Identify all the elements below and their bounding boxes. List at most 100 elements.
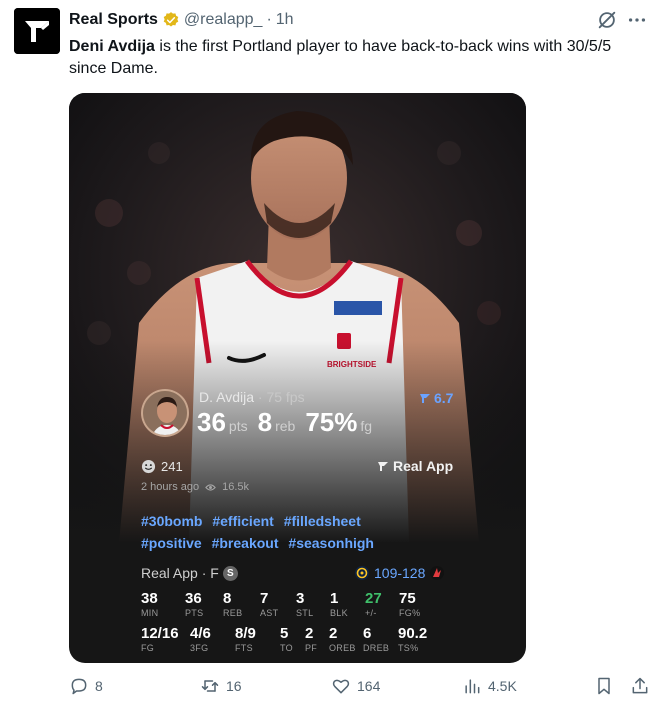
box-label: BLK (330, 608, 348, 618)
box-value: 12/16 (141, 625, 179, 642)
box-cell: 6 DREB (363, 626, 398, 654)
smiley-icon (141, 459, 156, 474)
bookmark-icon (598, 677, 610, 695)
hashtag-list: #30bomb #efficient #filledsheet #positiv… (141, 510, 471, 554)
author-avatar[interactable] (14, 8, 60, 54)
views-button[interactable]: 4.5K (462, 676, 517, 696)
verified-icon (163, 12, 179, 27)
box-label: +/- (365, 608, 377, 618)
player-name-line: D. Avdija · 75 fps (199, 389, 305, 405)
box-value: 27 (365, 590, 382, 607)
repost-button[interactable]: 16 (200, 676, 242, 696)
tweet-bold-name: Deni Avdija (69, 38, 155, 55)
box-value: 2 (305, 625, 314, 642)
box-value: 75 (399, 590, 416, 607)
hashtag[interactable]: #filledsheet (284, 510, 361, 532)
like-icon (332, 679, 350, 694)
box-cell: 2 OREB (329, 626, 363, 654)
headline-stats: 36 pts 8 reb 75% fg (197, 407, 382, 438)
tweet-time[interactable]: 1h (276, 11, 294, 29)
box-cell: 27 +/- (365, 591, 399, 619)
box-value: 38 (141, 590, 158, 607)
box-value: 2 (329, 625, 338, 642)
share-button[interactable] (630, 676, 650, 696)
stat-rebounds-value: 8 (257, 407, 273, 437)
hashtag[interactable]: #30bomb (141, 510, 202, 532)
real-app-label: Real App (393, 458, 454, 474)
game-score-row: 109-128 (354, 565, 445, 581)
hashtag[interactable]: #seasonhigh (288, 532, 374, 554)
media-card[interactable]: BRIGHTSIDE D. Avdija · 75 fps (69, 93, 526, 663)
rating-value: 6.7 (434, 390, 454, 406)
player-avatar (141, 389, 189, 437)
reactions-count: 241 (161, 459, 183, 474)
author-name[interactable]: Real Sports (69, 11, 158, 29)
box-cell: 75 FG% (399, 591, 439, 619)
box-cell: 2 PF (305, 626, 329, 654)
stat-points-value: 36 (197, 407, 226, 437)
stat-overlay: D. Avdija · 75 fps 6.7 36 pts 8 reb 75% … (69, 93, 526, 663)
box-label: PTS (185, 608, 204, 618)
stat-fg-value: 75% (305, 407, 358, 437)
like-count: 164 (357, 678, 381, 694)
nuggets-logo-icon (355, 566, 369, 580)
box-value: 7 (260, 590, 269, 607)
box-score-row-2: 12/16 FG 4/6 3FG 8/9 FTS 5 TO 2 PF 2 ORE… (141, 626, 438, 654)
box-value: 36 (185, 590, 202, 607)
box-label: PF (305, 643, 318, 653)
views-count: 4.5K (488, 678, 517, 694)
repost-count: 16 (226, 678, 242, 694)
reply-button[interactable]: 8 (69, 676, 103, 696)
hashtag[interactable]: #efficient (212, 510, 273, 532)
box-label: FG (141, 643, 155, 653)
box-label: OREB (329, 643, 356, 653)
like-button[interactable]: 164 (331, 676, 380, 696)
box-cell: 5 TO (280, 626, 305, 654)
grok-icon[interactable] (596, 9, 618, 31)
game-label-row: Real App · F S (141, 565, 238, 581)
box-value: 6 (363, 625, 372, 642)
posted-ago: 2 hours ago (141, 481, 200, 493)
player-fps: · 75 fps (257, 389, 305, 405)
box-cell: 7 AST (260, 591, 296, 619)
box-label: AST (260, 608, 279, 618)
card-views: 16.5k (222, 481, 250, 493)
box-cell: 3 STL (296, 591, 330, 619)
box-label: MIN (141, 608, 159, 618)
box-label: TO (280, 643, 293, 653)
box-cell: 8 REB (223, 591, 260, 619)
reactions-row[interactable]: 241 (141, 459, 183, 474)
author-handle[interactable]: @realapp_ (184, 11, 263, 29)
tweet: Real Sports @realapp_ · 1h Deni Avdija i… (0, 0, 660, 710)
box-cell: 8/9 FTS (235, 626, 280, 654)
tweet-header: Real Sports @realapp_ · 1h (69, 9, 294, 31)
reply-count: 8 (95, 678, 103, 694)
box-label: FTS (235, 643, 253, 653)
bookmark-button[interactable] (594, 676, 614, 696)
box-cell: 1 BLK (330, 591, 365, 619)
reply-icon (71, 678, 87, 695)
more-icon[interactable] (626, 9, 648, 31)
game-score: 109-128 (374, 565, 426, 581)
box-label: 3FG (190, 643, 209, 653)
box-value: 8/9 (235, 625, 256, 642)
separator-dot: · (266, 11, 272, 28)
hashtag[interactable]: #breakout (212, 532, 279, 554)
box-value: 8 (223, 590, 232, 607)
hashtag[interactable]: #positive (141, 532, 202, 554)
box-label: DREB (363, 643, 390, 653)
share-icon (632, 677, 648, 694)
box-cell: 4/6 3FG (190, 626, 235, 654)
post-meta: 2 hours ago 16.5k (141, 481, 249, 493)
real-app-brand: Real App (377, 458, 453, 474)
rating-badge: 6.7 (419, 390, 453, 406)
box-label: FG% (399, 608, 421, 618)
eye-icon (205, 483, 216, 491)
logo-icon (14, 8, 60, 54)
box-label: REB (223, 608, 243, 618)
box-cell: 38 MIN (141, 591, 185, 619)
tweet-text: Deni Avdija is the first Portland player… (69, 36, 639, 80)
views-icon (465, 679, 480, 694)
blazers-logo-icon (430, 566, 445, 580)
game-label: Real App · F (141, 565, 219, 581)
